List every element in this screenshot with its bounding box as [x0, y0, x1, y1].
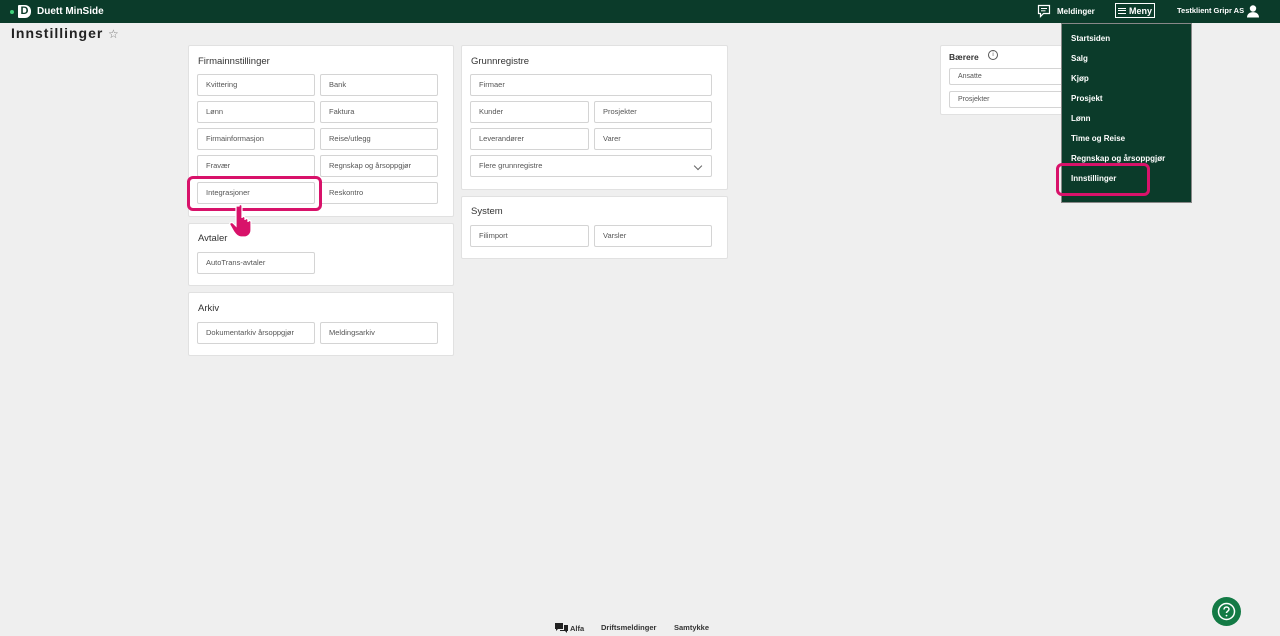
settings-reskontro[interactable]: Reskontro: [320, 182, 438, 204]
menu-item-time-og-reise[interactable]: Time og Reise: [1071, 134, 1125, 143]
duett-logo-icon: D: [18, 5, 31, 18]
footer-alfa-label: Alfa: [570, 623, 585, 633]
baerere-panel: Bærere Ansatte Prosjekter: [940, 45, 1063, 115]
top-bar: D Duett MinSide Meldinger Meny Testklien…: [0, 0, 1280, 23]
chevron-down-icon: [693, 161, 703, 171]
logo-dot-icon: [10, 9, 14, 14]
baerer-ansatte[interactable]: Ansatte: [949, 68, 1063, 85]
pointer-hand-icon: [229, 203, 252, 238]
settings-dokumentarkiv[interactable]: Dokumentarkiv årsoppgjør: [197, 322, 315, 344]
menu-item-regnskap[interactable]: Regnskap og årsoppgjør: [1071, 154, 1165, 163]
app-name: Duett MinSide: [37, 6, 104, 17]
section-title: System: [471, 206, 503, 217]
help-button[interactable]: [1212, 597, 1241, 626]
chat-icon: [1037, 4, 1051, 18]
hamburger-icon: [1117, 6, 1126, 15]
section-title: Avtaler: [198, 233, 228, 244]
section-title: Firmainnstillinger: [198, 56, 270, 67]
settings-meldingsarkiv[interactable]: Meldingsarkiv: [320, 322, 438, 344]
register-varer[interactable]: Varer: [594, 128, 712, 150]
system-filimport[interactable]: Filimport: [470, 225, 589, 247]
app-logo[interactable]: D Duett MinSide: [10, 3, 104, 20]
system-panel: System Filimport Varsler: [461, 196, 728, 259]
footer-driftsmeldinger[interactable]: Driftsmeldinger: [601, 623, 656, 632]
info-icon[interactable]: i: [988, 50, 998, 60]
menu-item-startsiden[interactable]: Startsiden: [1071, 34, 1110, 43]
highlight-innstillinger: [1056, 163, 1150, 196]
menu-item-prosjekt[interactable]: Prosjekt: [1071, 94, 1103, 103]
menu-item-lonn[interactable]: Lønn: [1071, 114, 1091, 123]
menu-item-salg[interactable]: Salg: [1071, 54, 1088, 63]
register-leverandorer[interactable]: Leverandører: [470, 128, 589, 150]
register-firmaer[interactable]: Firmaer: [470, 74, 712, 96]
settings-bank[interactable]: Bank: [320, 74, 438, 96]
messages-label: Meldinger: [1057, 6, 1095, 16]
register-kunder[interactable]: Kunder: [470, 101, 589, 123]
settings-reise-utlegg[interactable]: Reise/utlegg: [320, 128, 438, 150]
section-title: Bærere: [949, 52, 979, 62]
settings-autotrans-avtaler[interactable]: AutoTrans-avtaler: [197, 252, 315, 274]
arkiv-panel: Arkiv Dokumentarkiv årsoppgjør Meldingsa…: [188, 292, 454, 356]
page-title: Innstillinger: [11, 25, 104, 41]
menu-label: Meny: [1128, 5, 1152, 16]
grunnregistre-panel: Grunnregistre Firmaer Kunder Prosjekter …: [461, 45, 728, 190]
footer-samtykke[interactable]: Samtykke: [674, 623, 709, 632]
settings-firmainformasjon[interactable]: Firmainformasjon: [197, 128, 315, 150]
system-varsler[interactable]: Varsler: [594, 225, 712, 247]
chat-bubbles-icon: [555, 623, 568, 633]
more-registers-label: Flere grunnregistre: [479, 161, 543, 170]
favorite-star-icon[interactable]: ☆: [108, 27, 119, 41]
menu-button[interactable]: Meny: [1115, 3, 1155, 18]
settings-regnskap[interactable]: Regnskap og årsoppgjør: [320, 155, 438, 177]
register-prosjekter[interactable]: Prosjekter: [594, 101, 712, 123]
company-name[interactable]: Testklient Gripr AS: [1177, 6, 1244, 15]
menu-item-kjop[interactable]: Kjøp: [1071, 74, 1089, 83]
settings-fravaer[interactable]: Fravær: [197, 155, 315, 177]
more-registers-select[interactable]: Flere grunnregistre: [470, 155, 712, 177]
question-mark-icon: [1217, 602, 1236, 621]
footer-alfa[interactable]: Alfa: [555, 623, 584, 633]
settings-lonn[interactable]: Lønn: [197, 101, 315, 123]
user-icon[interactable]: [1246, 4, 1260, 18]
settings-kvittering[interactable]: Kvittering: [197, 74, 315, 96]
messages-button[interactable]: Meldinger: [1037, 4, 1095, 18]
baerer-prosjekter[interactable]: Prosjekter: [949, 91, 1063, 108]
section-title: Arkiv: [198, 303, 220, 314]
section-title: Grunnregistre: [471, 56, 530, 67]
settings-faktura[interactable]: Faktura: [320, 101, 438, 123]
